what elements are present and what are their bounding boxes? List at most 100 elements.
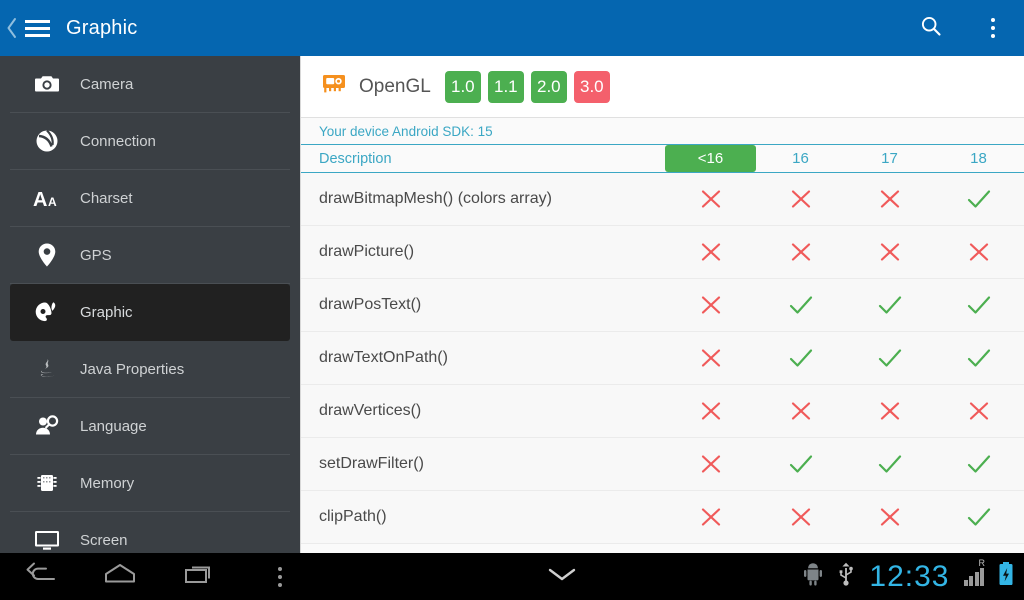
row-description: drawPosText() [319,296,422,313]
support-cross-icon [845,400,934,422]
support-check-icon [934,506,1023,528]
support-cross-icon [665,453,756,475]
row-description: clipPath() [319,508,387,525]
sidebar-item-charset[interactable]: A A Charset [10,170,290,227]
screen-root: Graphic Camera Connection A A Charset GP… [0,0,1024,600]
nav-back-button[interactable] [0,553,80,600]
support-cross-icon [845,241,934,263]
sidebar-item-label: Java Properties [80,360,185,378]
sidebar-item-label: Connection [80,132,156,150]
support-check-icon [845,294,934,316]
support-check-icon [934,347,1023,369]
row-description: setDrawFilter() [319,455,424,472]
support-cross-icon [756,506,845,528]
android-debug-icon [803,562,823,591]
table-row: drawBitmapMesh() (colors array) [301,173,1024,226]
sidebar-item-label: Memory [80,474,135,492]
opengl-row: OpenGL 1.0 1.1 2.0 3.0 [301,56,1024,118]
table-row: drawPicture() [301,226,1024,279]
support-check-icon [845,453,934,475]
nav-home-button[interactable] [80,553,160,600]
opengl-badge-2-0: 2.0 [530,70,567,103]
sidebar-item-camera[interactable]: Camera [10,56,290,113]
opengl-badge-3-0: 3.0 [573,70,610,103]
overflow-menu-icon [991,18,995,38]
language-icon [30,409,64,443]
column-header-17: 17 [881,150,898,167]
svg-text:A: A [33,189,47,211]
table-row: setDrawFilter() [301,438,1024,491]
column-header-description: Description [319,150,392,167]
support-cross-icon [756,400,845,422]
sidebar-item-label: Screen [80,531,128,549]
nav-hide-keyboard-button[interactable] [320,564,803,589]
content-panel: OpenGL 1.0 1.1 2.0 3.0 Your device Andro… [300,56,1024,553]
sidebar-item-label: Graphic [80,303,133,321]
sidebar-item-label: Camera [80,75,134,93]
nav-hide-keyboard-icon [542,564,582,589]
screen-monitor-icon [30,523,64,553]
column-header-16: 16 [792,150,809,167]
system-navigation-bar: 12:33 R [0,553,1024,600]
column-header-18: 18 [970,150,987,167]
camera-icon [30,67,64,101]
support-check-icon [845,347,934,369]
status-tray: 12:33 R [803,553,1024,600]
row-description: drawPicture() [319,243,415,260]
sidebar-item-java-properties[interactable]: Java Properties [10,341,290,398]
search-icon [920,15,942,42]
support-check-icon [756,294,845,316]
support-check-icon [934,294,1023,316]
support-check-icon [756,453,845,475]
sidebar-item-label: Charset [80,189,133,207]
hamburger-menu-icon[interactable] [20,0,54,56]
table-row: clipPath() [301,491,1024,544]
table-row: drawTextOnPath() [301,332,1024,385]
row-description: drawTextOnPath() [319,349,448,366]
sidebar-item-memory[interactable]: Memory [10,455,290,512]
nav-overflow-button[interactable] [240,553,320,600]
nav-home-icon [103,562,137,591]
java-icon [30,352,64,386]
overflow-menu-button[interactable] [962,0,1024,56]
table-body: drawBitmapMesh() (colors array) drawPictu… [301,173,1024,544]
sidebar-item-connection[interactable]: Connection [10,113,290,170]
sidebar-item-screen[interactable]: Screen [10,512,290,553]
opengl-badge-1-1: 1.1 [487,70,524,103]
chevron-left-icon[interactable] [0,0,20,56]
sidebar-item-label: Language [80,417,147,435]
support-check-icon [934,188,1023,210]
graphic-palette-icon [30,295,64,329]
gps-pin-icon [30,238,64,272]
support-check-icon [756,347,845,369]
svg-text:A: A [48,195,57,209]
app-bar: Graphic [0,0,1024,56]
nav-recents-button[interactable] [160,553,240,600]
charset-icon: A A [30,181,64,215]
support-cross-icon [934,400,1023,422]
memory-chip-icon [30,466,64,500]
nav-recents-icon [183,562,217,591]
support-cross-icon [845,188,934,210]
status-clock: 12:33 [869,559,950,593]
sidebar-item-graphic[interactable]: Graphic [10,284,290,341]
connection-icon [30,124,64,158]
graphics-card-icon [321,73,347,100]
support-cross-icon [665,347,756,369]
sidebar-item-gps[interactable]: GPS [10,227,290,284]
sidebar-item-language[interactable]: Language [10,398,290,455]
row-description: drawBitmapMesh() (colors array) [319,190,552,207]
support-cross-icon [665,188,756,210]
nav-back-icon [23,562,57,591]
table-header: Description <16 16 17 18 [301,144,1024,173]
support-cross-icon [665,400,756,422]
battery-charging-icon [998,561,1014,592]
signal-bars-icon: R [963,558,985,586]
support-cross-icon [665,241,756,263]
support-cross-icon [756,188,845,210]
support-cross-icon [756,241,845,263]
search-button[interactable] [900,0,962,56]
sdk-notice: Your device Android SDK: 15 [301,118,1024,144]
support-cross-icon [665,294,756,316]
sidebar[interactable]: Camera Connection A A Charset GPS Graphi… [0,56,300,553]
